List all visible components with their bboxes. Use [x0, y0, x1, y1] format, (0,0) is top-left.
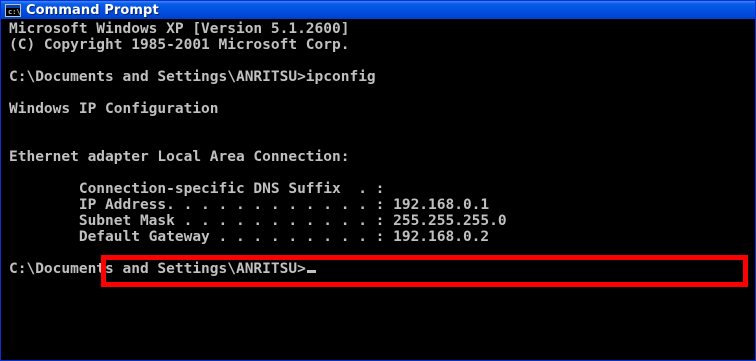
console-line-version: Microsoft Windows XP [Version 5.1.2600] [9, 21, 350, 37]
command-prompt-window: c:\ Command Prompt Microsoft Windows XP … [0, 0, 756, 361]
console-line-copyright: (C) Copyright 1985-2001 Microsoft Corp. [9, 37, 350, 53]
console-line-ip-config-header: Windows IP Configuration [9, 101, 219, 117]
title-bar[interactable]: c:\ Command Prompt [1, 1, 755, 19]
console-line-command: C:\Documents and Settings\ANRITSU>ipconf… [9, 69, 376, 85]
console-line-default-gateway: Default Gateway . . . . . . . . . : 192.… [9, 229, 490, 245]
console-prompt-line: C:\Documents and Settings\ANRITSU> [9, 261, 316, 277]
console-window-icon[interactable]: c:\ [5, 3, 21, 17]
console-output[interactable]: Microsoft Windows XP [Version 5.1.2600] … [3, 19, 755, 360]
console-line-adapter: Ethernet adapter Local Area Connection: [9, 149, 350, 165]
console-line-subnet-mask: Subnet Mask . . . . . . . . . . . : 255.… [9, 213, 507, 229]
console-prompt: C:\Documents and Settings\ANRITSU> [9, 261, 306, 277]
window-title: Command Prompt [26, 2, 159, 18]
text-cursor [306, 270, 316, 273]
console-line-ip-address: IP Address. . . . . . . . . . . . : 192.… [9, 197, 490, 213]
console-line-dns-suffix: Connection-specific DNS Suffix . : [9, 181, 385, 197]
console-icon-glyph: c:\ [8, 7, 21, 16]
